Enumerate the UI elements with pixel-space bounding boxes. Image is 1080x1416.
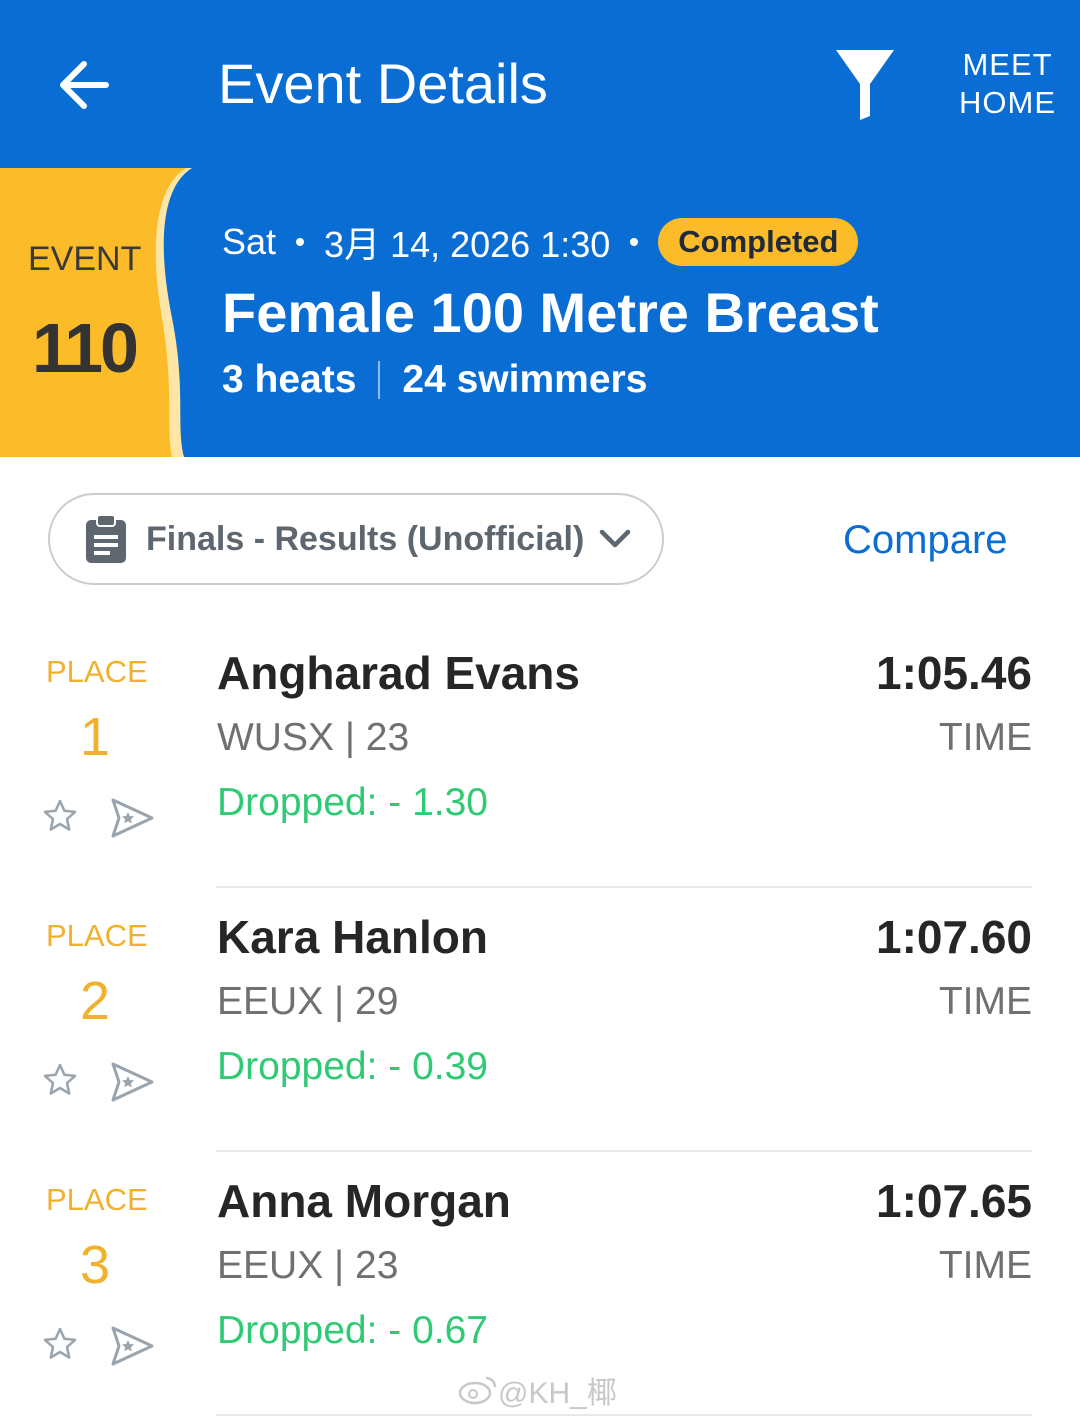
meta-separator-dot — [296, 238, 305, 246]
swim-time: 1:05.46 — [875, 647, 1032, 699]
weibo-logo-icon — [458, 1376, 497, 1405]
star-icon[interactable] — [42, 798, 78, 834]
swimmer-name: Kara Hanlon — [217, 911, 488, 963]
counts-divider — [378, 361, 381, 399]
result-row[interactable]: PLACE 2 Kara Hanlon EEUX | 29 Dropped: -… — [0, 888, 1080, 1152]
arrow-left-icon — [60, 61, 109, 109]
share-icon[interactable] — [108, 1060, 156, 1104]
round-dropdown[interactable]: Finals - Results (Unofficial) — [48, 493, 664, 585]
place-label: PLACE — [46, 918, 148, 953]
time-label: TIME — [938, 1244, 1032, 1287]
swimmer-name: Angharad Evans — [217, 647, 580, 699]
chevron-down-icon — [600, 529, 631, 548]
place-label: PLACE — [46, 1182, 148, 1217]
dropped-time: Dropped: - 0.39 — [217, 1045, 489, 1088]
event-number: 110 — [32, 309, 139, 387]
watermark: @KH_椰 — [458, 1368, 617, 1412]
swimmer-name: Anna Morgan — [217, 1175, 511, 1227]
meet-home-button[interactable]: MEET HOME — [945, 46, 1070, 122]
event-label: EVENT — [28, 240, 142, 278]
share-icon[interactable] — [108, 1324, 156, 1368]
dropped-time: Dropped: - 1.30 — [217, 781, 489, 824]
clipboard-icon — [86, 514, 126, 563]
place-number: 1 — [79, 707, 111, 767]
back-button[interactable] — [52, 50, 118, 120]
heats-count: 3 heats — [222, 358, 357, 401]
compare-button[interactable]: Compare — [843, 518, 1008, 563]
swim-time: 1:07.65 — [875, 1175, 1032, 1227]
event-name: Female 100 Metre Breast — [222, 281, 879, 344]
event-day: Sat — [222, 221, 277, 262]
team-age: EEUX | 29 — [217, 980, 399, 1023]
swim-time: 1:07.60 — [875, 911, 1032, 963]
filter-button[interactable] — [830, 44, 900, 124]
time-label: TIME — [938, 980, 1032, 1023]
share-icon[interactable] — [108, 796, 156, 840]
team-age: WUSX | 23 — [217, 716, 410, 759]
round-selected-label: Finals - Results (Unofficial) — [146, 519, 585, 558]
filter-icon — [836, 50, 894, 120]
status-badge: Completed — [658, 218, 859, 266]
page-title: Event Details — [218, 52, 548, 115]
event-counts: 3 heats 24 swimmers — [222, 358, 647, 402]
result-row[interactable]: PLACE 1 Angharad Evans WUSX | 23 Dropped… — [0, 624, 1080, 888]
place-label: PLACE — [46, 654, 148, 689]
time-label: TIME — [938, 716, 1032, 759]
event-meta: Sat 3月 14, 2026 1:30 Completed — [222, 216, 859, 268]
watermark-text: @KH_椰 — [498, 1377, 617, 1410]
place-number: 2 — [79, 971, 111, 1031]
event-header: Event Details MEET HOME EVENT 110 Sat 3月… — [0, 0, 1080, 457]
event-date-time: 3月 14, 2026 1:30 — [324, 224, 611, 265]
team-age: EEUX | 23 — [217, 1244, 399, 1287]
star-icon[interactable] — [42, 1326, 78, 1362]
star-icon[interactable] — [42, 1062, 78, 1098]
swimmers-count: 24 swimmers — [402, 358, 648, 401]
dropped-time: Dropped: - 0.67 — [217, 1309, 489, 1352]
place-number: 3 — [79, 1235, 111, 1295]
meta-separator-dot — [630, 238, 639, 246]
